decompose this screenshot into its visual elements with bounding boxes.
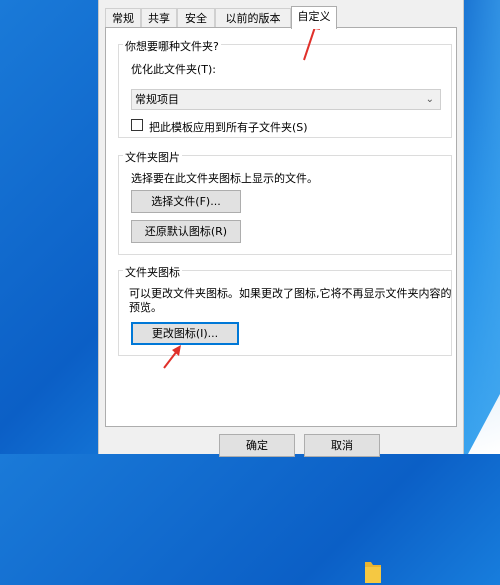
chevron-down-icon: ⌄ — [425, 94, 434, 105]
tab-customize[interactable]: 自定义 — [291, 6, 337, 29]
folder-pictures-group-title: 文件夹图片 — [123, 149, 182, 165]
folder-properties-dialog: 常规 共享 安全 以前的版本 自定义 你想要哪种文件夹? 优化此文件夹(T): … — [98, 0, 464, 583]
optimize-select-value: 常规项目 — [135, 93, 179, 106]
optimize-label: 优化此文件夹(T): — [131, 63, 217, 76]
tab-security[interactable]: 安全 — [177, 8, 215, 28]
apply-subfolders-label[interactable]: 把此模板应用到所有子文件夹(S) — [149, 119, 308, 135]
optimize-group-title: 你想要哪种文件夹? — [123, 38, 221, 54]
folder-icons-description-line2: 预览。 — [129, 301, 162, 314]
tab-general[interactable]: 常规 — [105, 8, 141, 28]
optimize-group: 你想要哪种文件夹? 优化此文件夹(T): 常规项目 ⌄ 把此模板应用到所有子文件… — [118, 38, 452, 138]
folder-pictures-description: 选择要在此文件夹图标上显示的文件。 — [131, 172, 318, 185]
customize-panel: 你想要哪种文件夹? 优化此文件夹(T): 常规项目 ⌄ 把此模板应用到所有子文件… — [105, 27, 457, 583]
folder-pictures-group: 文件夹图片 选择要在此文件夹图标上显示的文件。 选择文件(F)... 还原默认图… — [118, 149, 452, 255]
annotation-arrow-icon — [163, 345, 181, 369]
tab-sharing[interactable]: 共享 — [141, 8, 177, 28]
tab-previous-versions[interactable]: 以前的版本 — [215, 8, 291, 28]
folder-icons-group-title: 文件夹图标 — [123, 264, 182, 280]
apply-subfolders-checkbox[interactable] — [131, 119, 143, 131]
optimize-select[interactable]: 常规项目 ⌄ — [131, 89, 441, 110]
choose-file-button[interactable]: 选择文件(F)... — [131, 190, 241, 213]
folder-preview-icon — [365, 562, 381, 583]
folder-icons-description-line1: 可以更改文件夹图标。如果更改了图标,它将不再显示文件夹内容的 — [129, 287, 452, 300]
restore-default-button[interactable]: 还原默认图标(R) — [131, 220, 241, 243]
